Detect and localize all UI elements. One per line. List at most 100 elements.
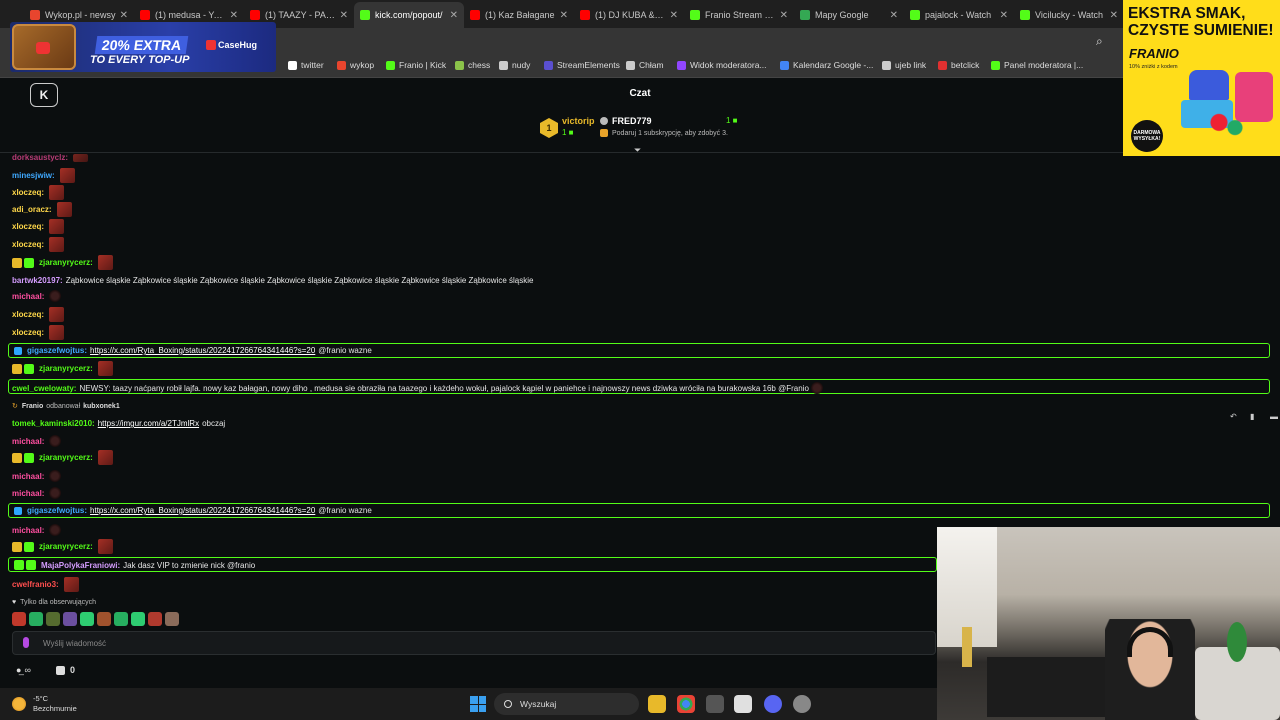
tab-pajalock[interactable]: pajalock - Watch ✕ [904,2,1014,28]
gift-stat[interactable]: 0 [56,665,75,675]
taskbar-search[interactable]: Wyszukaj [494,693,639,715]
chat-link[interactable]: https://x.com/Ryta_Boxing/status/2022417… [90,506,315,515]
chat-username[interactable]: zjaranyrycerz: [39,453,93,462]
bookmark-ujeb-link[interactable]: ujeb link [882,60,926,70]
weather-widget[interactable]: -5°C Bezchmurnie [12,694,77,714]
viewer-stat[interactable]: ●̲ ∞ [16,665,31,675]
bookmark-kalendarz-google[interactable]: Kalendarz Google -... [780,60,873,70]
emote-icon[interactable] [148,612,162,626]
gear-icon[interactable] [793,695,811,713]
bookmark-chess[interactable]: chess [455,60,490,70]
kick-icon [386,60,395,70]
chat-username[interactable]: gigaszefwojtus: [27,506,87,515]
emote-icon [49,219,65,234]
search-icon[interactable]: ⌕ [1096,34,1103,49]
emote-icon[interactable] [131,612,145,626]
trash-icon[interactable]: ▬ [1270,412,1280,421]
close-icon[interactable]: ✕ [340,10,348,21]
bookmark-streamelements[interactable]: StreamElements [544,60,620,70]
chat-username[interactable]: michaal: [12,292,44,301]
bookmark-widok-moderatora[interactable]: Widok moderatora... [677,60,767,70]
close-icon[interactable]: ✕ [560,10,568,21]
chat-username[interactable]: xloczeq: [12,188,44,197]
bookmark-betclick[interactable]: betclick [938,60,979,70]
tab-title: Vicilucky - Watch [1035,10,1104,20]
leader-username[interactable]: victorip [562,116,595,126]
emote-icon[interactable] [165,612,179,626]
user-badges [14,346,24,355]
chat-username[interactable]: michaal: [12,526,44,535]
chat-username[interactable]: xloczeq: [12,240,44,249]
chat-username[interactable]: zjaranyrycerz: [39,258,93,267]
emote-icon[interactable] [97,612,111,626]
chat-link[interactable]: https://x.com/Ryta_Boxing/status/2022417… [90,346,315,355]
bookmark-wykop[interactable]: wykop [337,60,374,70]
emote-icon[interactable] [114,612,128,626]
list-item: tomek_kaminski2010: https://imgur.com/a/2… [12,419,225,428]
close-icon[interactable]: ✕ [1000,10,1008,21]
ad-banner-casehug[interactable]: 20% EXTRA TO EVERY TOP-UP CaseHug [10,22,276,72]
chat-username[interactable]: xloczeq: [12,328,44,337]
close-icon[interactable]: ✕ [1110,10,1118,21]
chat-username[interactable]: bartwk20197: [12,276,63,285]
emote-icon[interactable] [12,612,26,626]
system-user[interactable]: Franio [22,403,43,410]
bookmark-panel-moderatora[interactable]: Panel moderatora |... [991,60,1083,70]
app-icon[interactable] [706,695,724,713]
tab-google-maps[interactable]: Mapy Google ✕ [794,2,904,28]
close-icon[interactable]: ✕ [120,10,128,21]
file-explorer-icon[interactable] [648,695,666,713]
bookmark-franio-kick[interactable]: Franio | Kick [386,60,446,70]
bookmark-nudy[interactable]: nudy [499,60,530,70]
windows-start-icon[interactable] [470,696,486,712]
close-icon[interactable]: ✕ [450,10,458,21]
chat-username[interactable]: zjaranyrycerz: [39,542,93,551]
close-icon[interactable]: ✕ [780,10,788,21]
chat-username[interactable]: michaal: [12,489,44,498]
chat-username[interactable]: gigaszefwojtus: [27,346,87,355]
emote-icon[interactable] [29,612,43,626]
close-icon[interactable]: ✕ [670,10,678,21]
chat-username[interactable]: xloczeq: [12,310,44,319]
tab-dj-kuba[interactable]: (1) DJ KUBA & NE ✕ [574,2,684,28]
bookmark-twitter[interactable]: twitter [288,60,324,70]
undo-icon[interactable]: ↶ [1230,412,1242,421]
tab-vicilucky[interactable]: Vicilucky - Watch ✕ [1014,2,1124,28]
kick-favicon-icon [1020,10,1030,20]
emote-icon[interactable] [80,612,94,626]
pin-icon[interactable]: ▮ [1250,412,1262,421]
close-icon[interactable]: ✕ [890,10,898,21]
tab-kick-popout[interactable]: kick.com/popout/ ✕ [354,2,464,28]
chat-username[interactable]: michaal: [12,437,44,446]
chat-username[interactable]: minesjwiw: [12,171,55,180]
chat-username[interactable]: xloczeq: [12,222,44,231]
chat-username[interactable]: dorksaustyclz: [12,153,68,162]
chat-input[interactable]: Wyślij wiadomość [12,631,936,655]
tab-kaz-balagane[interactable]: (1) Kaz Bałagane ✕ [464,2,574,28]
chat-username[interactable]: michaal: [12,472,44,481]
kick-logo-icon[interactable]: K [30,83,58,107]
system-target[interactable]: kubxonek1 [83,403,120,410]
chat-username[interactable]: MajaPolykaFraniowi: [41,561,120,570]
ad-banner-franio[interactable]: EKSTRA SMAK, CZYSTE SUMIENIE! FRANIO 10%… [1123,0,1280,156]
chat-username[interactable]: tomek_kaminski2010: [12,419,95,428]
emote-icon[interactable] [63,612,77,626]
webcam-overlay [937,527,1280,720]
bookmark-chlam[interactable]: Chłam [626,60,664,70]
chat-username[interactable]: adi_oracz: [12,205,52,214]
tab-franio-stream[interactable]: Franio Stream - W ✕ [684,2,794,28]
sub-badge-icon [24,257,34,268]
emote-icon[interactable] [46,612,60,626]
sub-badge-icon [24,452,34,463]
chat-username[interactable]: cwel_cwelowaty: [12,384,76,393]
users-icon: ●̲ [16,665,22,675]
close-icon[interactable]: ✕ [230,10,238,21]
discord-icon[interactable] [764,695,782,713]
chrome-icon[interactable] [677,695,695,713]
app-icon[interactable] [734,695,752,713]
chat-username[interactable]: zjaranyrycerz: [39,364,93,373]
microphone-icon[interactable] [23,637,29,648]
chat-username[interactable]: cwelfranio3: [12,580,59,589]
leader-username-2[interactable]: FRED779 [600,116,652,126]
chat-link[interactable]: https://imgur.com/a/2TJmlRx [98,419,199,428]
